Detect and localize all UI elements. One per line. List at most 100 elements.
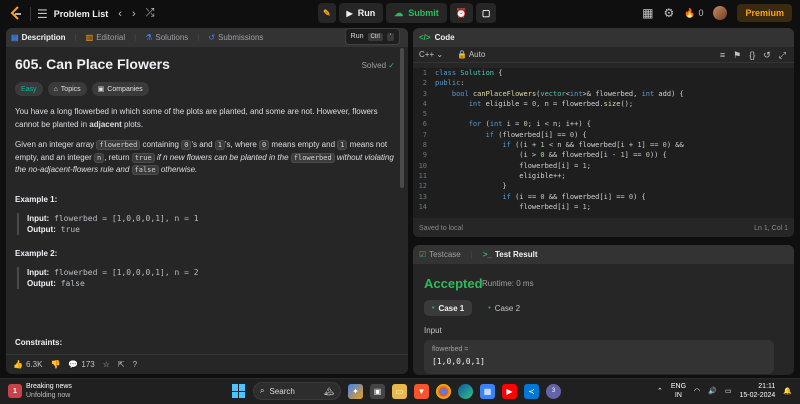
description-paragraph-1: You have a long flowerbed in which some … (15, 106, 395, 131)
task-view-icon[interactable]: ▣ (370, 383, 385, 399)
text: if (154, 152, 164, 162)
code-line: 6 for (int i = 0; i < n; i++) { (413, 119, 794, 129)
youtube-icon[interactable]: ▶ (502, 383, 517, 399)
chevron-up-icon[interactable]: ⌃ (657, 387, 663, 395)
topics-chip[interactable]: ⌂ Topics (47, 82, 87, 96)
braces-icon[interactable]: {} (749, 50, 755, 61)
layout-grid-icon[interactable]: ▦ (642, 6, 653, 20)
comment-icon: 💬 (68, 360, 79, 369)
news-icon: 1 (8, 384, 22, 398)
store-icon[interactable]: ▦ (480, 383, 495, 399)
problem-list-icon[interactable]: ☰ (37, 7, 48, 21)
timer-button[interactable]: ⏰ (449, 3, 473, 23)
companies-chip[interactable]: ▣ Companies (91, 82, 149, 96)
topbar-right: ▦ ⚙ 🔥 0 Premium (642, 4, 792, 22)
tab-testcase[interactable]: ☑ Testcase (419, 250, 461, 259)
premium-button[interactable]: Premium (737, 4, 792, 22)
copilot-icon[interactable]: ✦ (348, 383, 363, 399)
tab-editorial[interactable]: ▥ Editorial (86, 33, 125, 42)
submit-button[interactable]: ☁ Submit (386, 3, 447, 23)
run-hint-label: Run (350, 33, 364, 40)
region-code: IN (674, 392, 682, 399)
submit-label: Submit (408, 8, 439, 18)
problem-tags: Easy ⌂ Topics ▣ Companies (15, 82, 395, 96)
divider: | (197, 33, 200, 42)
comments-button[interactable]: 💬 173 (68, 360, 94, 369)
thumbs-down-icon[interactable]: 👎 (50, 360, 60, 369)
case-1-tab[interactable]: • Case 1 (424, 300, 473, 316)
windows-start-icon[interactable] (232, 384, 246, 398)
code-line: 9 (i > 0 && flowerbed[i - 1] == 0)) { (413, 150, 794, 160)
share-icon[interactable]: ⇱ (118, 360, 125, 369)
shuffle-icon[interactable]: ⤮ (146, 7, 155, 20)
briefcase-icon: ▣ (97, 86, 105, 93)
fullscreen-icon[interactable]: ⤢ (779, 50, 786, 61)
problem-list-link[interactable]: Problem List (54, 9, 109, 19)
input-value: flowerbed = [1,0,0,0,1], n = 2 (54, 267, 199, 277)
news-widget[interactable]: 1 Breaking news Unfolding now (8, 382, 72, 400)
edge-icon[interactable] (458, 383, 473, 399)
next-problem-icon[interactable]: › (132, 8, 136, 20)
vscode-icon[interactable]: ≺ (524, 383, 539, 399)
clock[interactable]: 21:11 15-02-2024 (739, 382, 775, 400)
like-count: 6.3K (25, 360, 43, 369)
problem-content: 605. Can Place Flowers Solved ✓ Easy ⌂ T… (15, 56, 395, 289)
case-2-tab[interactable]: • Case 2 (480, 300, 528, 316)
code-line: 10 flowerbed[i] = 1; (413, 161, 794, 171)
divider: | (470, 250, 473, 259)
code-line: 11 eligible++; (413, 171, 794, 181)
checkbox-icon: ☑ (419, 250, 427, 259)
text: 's and (191, 140, 215, 149)
description-panel: ▤ Description | ▥ Editorial | ⚗ Solution… (6, 28, 408, 374)
pass-dot-icon: • (488, 304, 491, 312)
taskbar-search[interactable]: ⌕ Search 🏔 (253, 382, 341, 400)
file-explorer-icon[interactable]: ▭ (392, 383, 407, 399)
like-button[interactable]: 👍 6.3K (13, 360, 42, 369)
tab-submissions[interactable]: ↺ Submissions (208, 33, 263, 42)
editor-status-bar: Saved to local Ln 1, Col 1 (413, 219, 794, 237)
debug-button[interactable]: ✎ (318, 3, 336, 23)
user-avatar[interactable] (713, 6, 728, 20)
description-footer: 👍 6.3K 👎 💬 173 ☆ ⇱ ? (6, 354, 408, 374)
output-value: false (60, 278, 85, 288)
chrome-icon[interactable] (436, 383, 451, 399)
solved-status: Solved ✓ (362, 61, 395, 70)
language-select[interactable]: C++ ⌄ (419, 50, 443, 59)
code-header: </> Code (413, 28, 794, 47)
reset-icon[interactable]: ↺ (763, 50, 771, 61)
language-indicator[interactable]: ENG IN (671, 382, 686, 400)
tab-test-result[interactable]: >_ Test Result (483, 250, 538, 259)
input-label: Input: (27, 267, 50, 277)
tab-solutions[interactable]: ⚗ Solutions (145, 33, 188, 42)
battery-icon[interactable]: ▭ (725, 387, 732, 395)
description-scrollbar[interactable] (400, 48, 404, 188)
notification-badge: 3 (551, 388, 556, 394)
notification-bell-icon[interactable]: 🔔 (783, 387, 792, 395)
input-value: flowerbed = [1,0,0,0,1], n = 1 (54, 213, 199, 223)
wifi-icon[interactable]: ◠ (694, 387, 700, 395)
format-icon[interactable]: ≡ (720, 50, 725, 61)
bookmark-icon[interactable]: ⚑ (733, 50, 741, 61)
star-icon[interactable]: ☆ (103, 360, 110, 369)
code-editor[interactable]: 1 class Solution { 2 public: 3 bool canPla… (413, 68, 794, 218)
leetcode-logo-icon[interactable] (8, 6, 24, 22)
tag-icon: ⌂ (53, 85, 58, 93)
previous-problem-icon[interactable]: ‹ (118, 8, 122, 20)
streak-counter[interactable]: 🔥 0 (684, 8, 703, 19)
brave-browser-icon[interactable]: ▼ (414, 383, 429, 399)
tab-description[interactable]: ▤ Description (11, 33, 66, 42)
result-status: Accepted (424, 276, 483, 291)
text: containing (140, 140, 182, 149)
run-shortcut-hint[interactable]: Run Ctrl ' (344, 28, 400, 45)
autocomplete-mode[interactable]: 🔒 Auto (457, 50, 485, 59)
help-icon[interactable]: ? (133, 360, 137, 369)
problem-title[interactable]: 605. Can Place Flowers (15, 56, 395, 72)
settings-gear-icon[interactable]: ⚙ (663, 6, 674, 20)
notes-button[interactable]: ▢ (475, 3, 497, 23)
teams-icon[interactable]: 3 (546, 383, 561, 399)
run-button[interactable]: ▶ Run (338, 3, 384, 23)
volume-icon[interactable]: 🔊 (708, 387, 717, 395)
text: You have a long flowerbed in which some … (15, 107, 378, 129)
code-line: 3 bool canPlaceFlowers(vector<int>& flow… (413, 89, 794, 99)
line-number: 12 (418, 182, 427, 191)
